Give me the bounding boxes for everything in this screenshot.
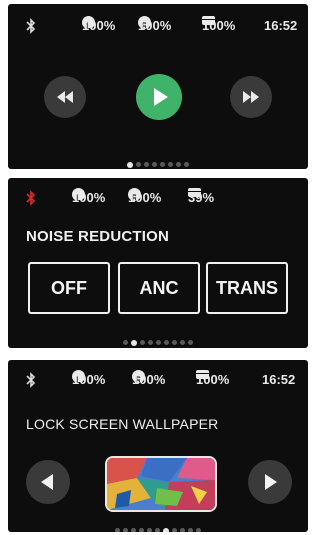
page-dot (163, 527, 169, 532)
mode-off-button[interactable]: OFF (28, 262, 110, 314)
page-dot (136, 162, 141, 168)
page-indicator (8, 334, 308, 346)
noise-reduction-screen: L 100% R 100% 39% NOISE REDUCTION OFF ANC … (8, 178, 308, 348)
page-dot (131, 528, 136, 532)
media-control-screen: L 100% R 100% 100% 16:52 (8, 4, 308, 169)
page-dot (156, 340, 161, 346)
page-indicator (8, 156, 308, 168)
chevron-right-icon (265, 474, 277, 490)
case-battery-text: 100% (202, 18, 236, 33)
right-battery-text: 100% (132, 372, 166, 387)
status-bar: L 100% R 100% 100% 16:52 (8, 370, 308, 390)
page-dot (147, 528, 152, 532)
page-dot (176, 162, 181, 168)
rewind-button[interactable] (44, 76, 86, 118)
page-dot (152, 162, 157, 168)
next-wallpaper-button[interactable] (248, 460, 292, 504)
play-button[interactable] (136, 74, 182, 120)
screen-title: LOCK SCREEN WALLPAPER (26, 416, 219, 432)
page-dot (164, 340, 169, 346)
screen-title: NOISE REDUCTION (26, 228, 170, 245)
wallpaper-preview[interactable] (105, 456, 217, 512)
page-dot (123, 340, 128, 346)
page-dot (139, 528, 144, 532)
clock: 16:52 (264, 18, 298, 33)
page-dot (148, 340, 153, 346)
status-bar: L 100% R 100% 100% 16:52 (8, 16, 308, 36)
bluetooth-icon (26, 18, 36, 34)
clock: 16:52 (262, 372, 296, 387)
page-dot (115, 528, 120, 532)
page-dot (184, 162, 189, 168)
wallpaper-thumbnail-image (107, 458, 215, 510)
page-indicator (8, 522, 308, 532)
page-dot (168, 162, 173, 168)
play-icon (154, 88, 168, 106)
previous-wallpaper-button[interactable] (26, 460, 70, 504)
page-dot (172, 528, 177, 532)
page-dot (188, 528, 193, 532)
page-dot (123, 528, 128, 532)
case-battery-text: 100% (196, 372, 230, 387)
bluetooth-disconnected-icon (26, 190, 36, 206)
case-battery-text: 39% (188, 190, 215, 205)
bluetooth-icon (26, 372, 36, 388)
fast-forward-button[interactable] (230, 76, 272, 118)
mode-anc-button[interactable]: ANC (118, 262, 200, 314)
rewind-icon (57, 91, 73, 103)
page-dot (160, 162, 165, 168)
fast-forward-icon (243, 91, 259, 103)
left-battery-text: 100% (82, 18, 116, 33)
page-dot (127, 161, 133, 168)
page-dot (196, 528, 201, 532)
lock-screen-wallpaper-screen: L 100% R 100% 100% 16:52 LOCK SCREEN WALLP… (8, 360, 308, 532)
page-dot (144, 162, 149, 168)
page-dot (180, 340, 185, 346)
page-dot (140, 340, 145, 346)
page-dot (131, 339, 137, 346)
mode-trans-button[interactable]: TRANS (206, 262, 288, 314)
page-dot (180, 528, 185, 532)
right-battery-text: 100% (138, 18, 172, 33)
right-battery-text: 100% (128, 190, 162, 205)
chevron-left-icon (41, 474, 53, 490)
left-battery-text: 100% (72, 190, 106, 205)
left-battery-text: 100% (72, 372, 106, 387)
page-dot (172, 340, 177, 346)
page-dot (155, 528, 160, 532)
page-dot (188, 340, 193, 346)
status-bar: L 100% R 100% 39% (8, 188, 308, 208)
